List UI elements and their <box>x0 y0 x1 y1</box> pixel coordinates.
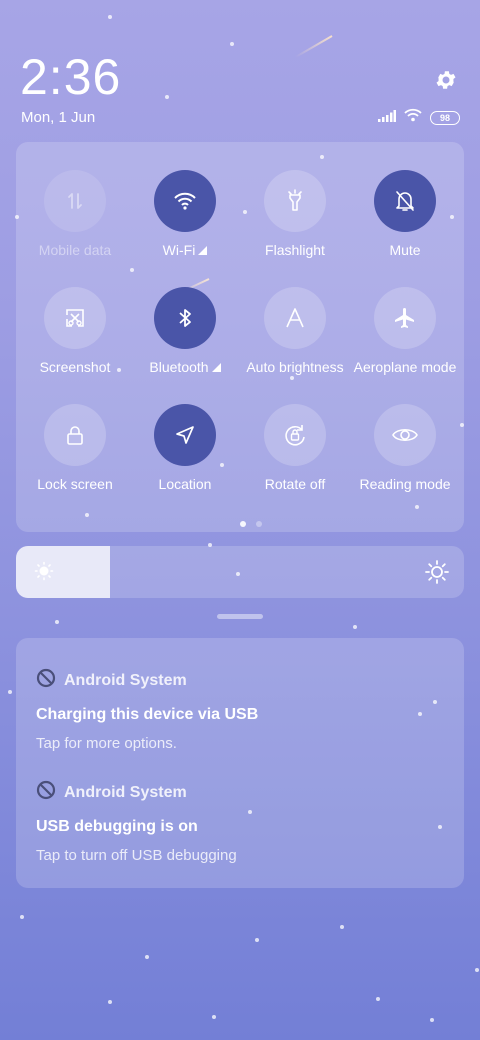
tile-label: Auto brightness <box>246 359 344 375</box>
auto-brightness-icon <box>264 287 326 349</box>
android-system-icon <box>36 780 56 805</box>
tile-bluetooth[interactable]: Bluetooth <box>130 287 240 397</box>
notification-title: Charging this device via USB <box>36 706 259 723</box>
page-indicator <box>240 521 262 527</box>
quick-settings-panel: Mobile data Wi-Fi Flashlight Mute Screen… <box>16 142 464 532</box>
tile-reading-mode[interactable]: Reading mode <box>350 404 460 514</box>
notification-title: USB debugging is on <box>36 818 198 835</box>
tile-label: Lock screen <box>37 476 113 492</box>
notification-app-name: Android System <box>64 783 187 801</box>
shade-drag-handle[interactable] <box>217 614 263 619</box>
tile-screenshot[interactable]: Screenshot <box>20 287 130 397</box>
tile-flashlight[interactable]: Flashlight <box>240 170 350 280</box>
status-icons: 98 <box>378 108 460 127</box>
tile-label: Reading mode <box>359 476 451 492</box>
tile-label: Mute <box>389 242 421 258</box>
tile-label: Flashlight <box>265 242 325 258</box>
bluetooth-icon <box>154 287 216 349</box>
notification-app-name: Android System <box>64 671 187 689</box>
airplane-icon <box>374 287 436 349</box>
tile-label: Wi-Fi <box>162 242 196 258</box>
tile-aeroplane-mode[interactable]: Aeroplane mode <box>350 287 460 397</box>
tile-rotate-off[interactable]: Rotate off <box>240 404 350 514</box>
android-system-icon <box>36 668 56 693</box>
notification-text: Tap to turn off USB debugging <box>36 847 237 864</box>
tile-label: Location <box>158 476 212 492</box>
wifi-icon <box>154 170 216 232</box>
notification-panel: Android System Charging this device via … <box>16 638 464 888</box>
lock-icon <box>44 404 106 466</box>
tile-label: Mobile data <box>38 242 112 258</box>
battery-indicator: 98 <box>430 110 460 125</box>
tile-wifi[interactable]: Wi-Fi <box>130 170 240 280</box>
page-dot-active <box>240 521 246 527</box>
wifi-status-icon <box>404 108 422 127</box>
mobile-data-icon <box>44 170 106 232</box>
tile-label: Rotate off <box>264 476 326 492</box>
location-arrow-icon <box>154 404 216 466</box>
expand-triangle-icon <box>198 246 208 255</box>
tile-lock-screen[interactable]: Lock screen <box>20 404 130 514</box>
tile-mute[interactable]: Mute <box>350 170 460 280</box>
rotate-lock-icon <box>264 404 326 466</box>
brightness-slider[interactable] <box>16 546 464 598</box>
tile-label: Bluetooth <box>149 359 209 375</box>
settings-gear-icon[interactable] <box>432 66 460 94</box>
tile-label: Aeroplane mode <box>353 359 457 375</box>
brightness-level-fill <box>16 546 111 598</box>
tile-mobile-data[interactable]: Mobile data <box>20 170 130 280</box>
notification-text: Tap for more options. <box>36 735 177 752</box>
tile-auto-brightness[interactable]: Auto brightness <box>240 287 350 397</box>
notification-item[interactable]: Android System USB debugging is on Tap t… <box>36 780 446 864</box>
signal-icon <box>378 109 396 127</box>
brightness-high-icon <box>425 560 449 589</box>
tile-location[interactable]: Location <box>130 404 240 514</box>
date[interactable]: Mon, 1 Jun <box>21 109 95 126</box>
mute-bell-icon <box>374 170 436 232</box>
eye-icon <box>374 404 436 466</box>
clock[interactable]: 2:36 <box>20 48 121 106</box>
flashlight-icon <box>264 170 326 232</box>
screenshot-icon <box>44 287 106 349</box>
page-dot <box>256 521 262 527</box>
tile-label: Screenshot <box>39 359 111 375</box>
brightness-low-icon <box>34 561 54 586</box>
notification-item[interactable]: Android System Charging this device via … <box>36 668 446 752</box>
expand-triangle-icon <box>211 363 221 372</box>
